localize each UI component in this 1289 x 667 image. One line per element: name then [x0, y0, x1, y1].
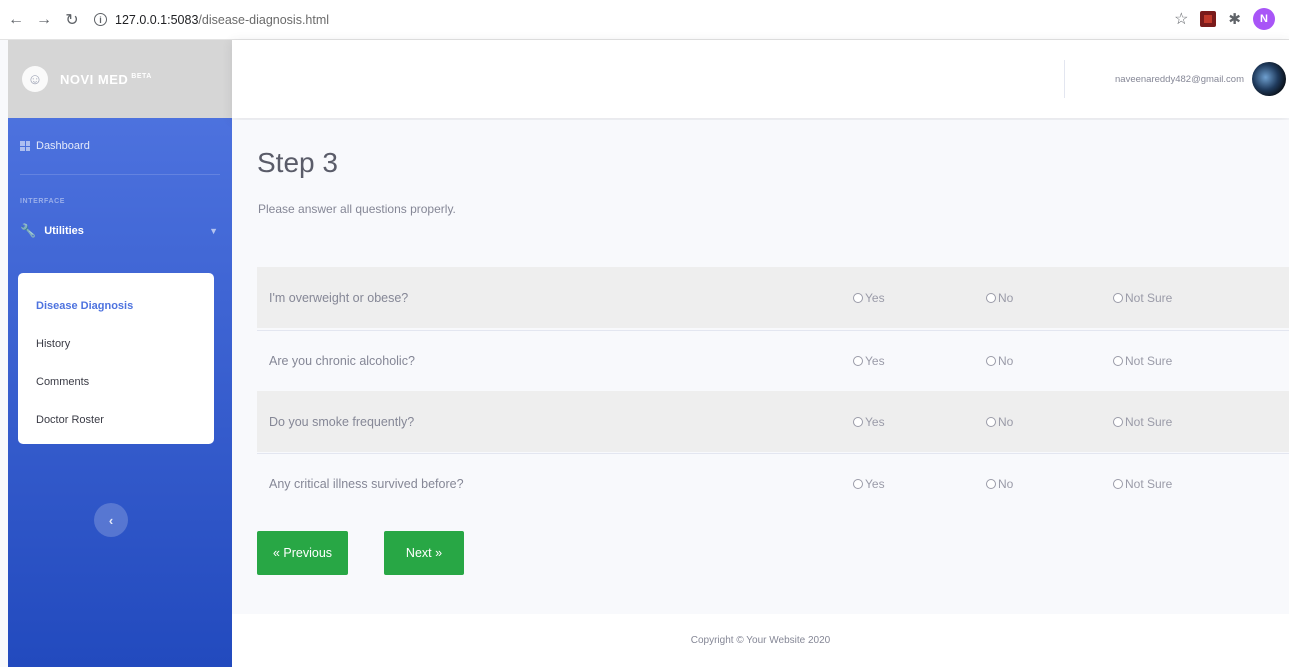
browser-toolbar: ← → ↻ i 127.0.0.1:5083 /disease-diagnosi… — [0, 0, 1289, 40]
previous-button[interactable]: « Previous — [257, 531, 348, 575]
question-text: Any critical illness survived before? — [269, 477, 464, 491]
answer-option-label: No — [998, 354, 1014, 368]
brand-name-text: NOVI MED — [60, 71, 129, 87]
chevron-down-icon: ▼ — [209, 226, 218, 236]
answer-option-label: Yes — [865, 414, 885, 429]
answer-option-no[interactable]: No — [986, 291, 1013, 305]
answer-option-no[interactable]: No — [986, 477, 1013, 491]
radio-button[interactable] — [853, 479, 863, 489]
sidebar-divider — [20, 174, 220, 175]
question-text: Do you smoke frequently? — [269, 414, 415, 429]
brand-beta-tag: BETA — [131, 73, 152, 81]
answer-option-yes[interactable]: Yes — [853, 354, 885, 368]
brand-name: NOVI MED BETA — [60, 72, 152, 87]
submenu-item-disease-diagnosis[interactable]: Disease Diagnosis — [18, 287, 214, 325]
info-icon[interactable]: i — [94, 13, 107, 26]
pdf-extension-icon[interactable] — [1200, 11, 1217, 27]
answer-option-not-sure[interactable]: Not Sure — [1113, 477, 1172, 491]
url-path: /disease-diagnosis.html — [198, 12, 330, 27]
dashboard-icon — [20, 141, 30, 151]
brand-logo-area[interactable]: ☺ NOVI MED BETA — [8, 40, 232, 118]
sidebar-item-utilities-label: Utilities — [44, 225, 84, 237]
radio-button[interactable] — [986, 416, 996, 427]
browser-profile-avatar[interactable]: N — [1253, 8, 1275, 30]
submenu-item-doctor-roster[interactable]: Doctor Roster — [18, 401, 214, 439]
answer-option-yes[interactable]: Yes — [853, 477, 885, 491]
answer-option-yes[interactable]: Yes — [853, 291, 885, 305]
user-email[interactable]: naveenareddy482@gmail.com — [1115, 74, 1244, 85]
answer-option-not-sure[interactable]: Not Sure — [1113, 415, 1172, 429]
radio-button[interactable] — [853, 416, 863, 427]
topbar-divider — [1064, 60, 1065, 98]
answer-option-label: No — [998, 290, 1014, 305]
submenu-item-comments[interactable]: Comments — [18, 363, 214, 401]
answer-option-not-sure[interactable]: Not Sure — [1113, 291, 1172, 305]
radio-button[interactable] — [986, 356, 996, 366]
next-button[interactable]: Next » — [384, 531, 464, 575]
url-host: 127.0.0.1:5083 — [115, 12, 199, 27]
answer-option-label: No — [998, 414, 1014, 429]
answer-option-label: No — [998, 477, 1014, 491]
question-text: I'm overweight or obese? — [269, 290, 409, 305]
answer-option-yes[interactable]: Yes — [853, 415, 885, 429]
radio-button[interactable] — [1113, 292, 1123, 303]
laugh-wink-icon: ☺ — [22, 66, 48, 92]
question-text: Are you chronic alcoholic? — [269, 354, 415, 368]
page-title: Step 3 — [257, 147, 338, 178]
radio-button[interactable] — [1113, 479, 1123, 489]
extensions-puzzle-icon[interactable]: ✱ — [1228, 10, 1241, 28]
sidebar-heading-interface: INTERFACE — [20, 198, 66, 205]
radio-button[interactable] — [853, 356, 863, 366]
sidebar-item-utilities[interactable]: 🔧 Utilities ▼ — [8, 209, 232, 253]
submenu-item-history[interactable]: History — [18, 325, 214, 363]
back-arrow-icon[interactable]: ← — [4, 8, 28, 32]
answer-option-label: Yes — [865, 477, 885, 491]
radio-button[interactable] — [986, 479, 996, 489]
answer-option-label: Not Sure — [1125, 290, 1173, 305]
answer-option-no[interactable]: No — [986, 415, 1013, 429]
answer-option-no[interactable]: No — [986, 354, 1013, 368]
answer-option-label: Yes — [865, 354, 885, 368]
sidebar-item-dashboard[interactable]: Dashboard — [8, 118, 232, 174]
question-row: Any critical illness survived before? Yes… — [257, 453, 1289, 514]
radio-button[interactable] — [1113, 416, 1123, 427]
sidebar: ☺ NOVI MED BETA Dashboard INTERFACE 🔧 Uti… — [8, 40, 232, 667]
answer-option-label: Not Sure — [1125, 354, 1173, 368]
main-content: Step 3 Please answer all questions prope… — [232, 120, 1289, 614]
forward-arrow-icon[interactable]: → — [32, 8, 56, 32]
radio-button[interactable] — [853, 292, 863, 303]
copyright-text: Copyright © Your Website 2020 — [690, 635, 831, 646]
sidebar-item-dashboard-label: Dashboard — [36, 140, 90, 152]
page-subtitle: Please answer all questions properly. — [258, 202, 456, 216]
user-avatar[interactable] — [1252, 62, 1286, 96]
topbar: naveenareddy482@gmail.com — [232, 40, 1289, 118]
answer-option-not-sure[interactable]: Not Sure — [1113, 354, 1172, 368]
question-row: Are you chronic alcoholic? Yes No Not Sure — [257, 330, 1289, 391]
bookmark-star-icon[interactable]: ☆ — [1174, 9, 1188, 29]
utilities-submenu: Disease Diagnosis History Comments Docto… — [18, 273, 214, 444]
footer: Copyright © Your Website 2020 — [232, 614, 1289, 667]
question-row: I'm overweight or obese? Yes No Not Sure — [257, 267, 1289, 328]
wrench-icon: 🔧 — [20, 223, 37, 238]
radio-button[interactable] — [986, 292, 996, 303]
answer-option-label: Not Sure — [1125, 414, 1173, 429]
sidebar-toggle-button[interactable]: ‹ — [94, 503, 128, 537]
answer-option-label: Not Sure — [1125, 477, 1173, 491]
reload-icon[interactable]: ↻ — [60, 8, 84, 32]
radio-button[interactable] — [1113, 356, 1123, 366]
address-bar[interactable]: i 127.0.0.1:5083 /disease-diagnosis.html — [94, 13, 329, 27]
question-row: Do you smoke frequently? Yes No Not Sure — [257, 391, 1289, 452]
answer-option-label: Yes — [865, 290, 885, 305]
